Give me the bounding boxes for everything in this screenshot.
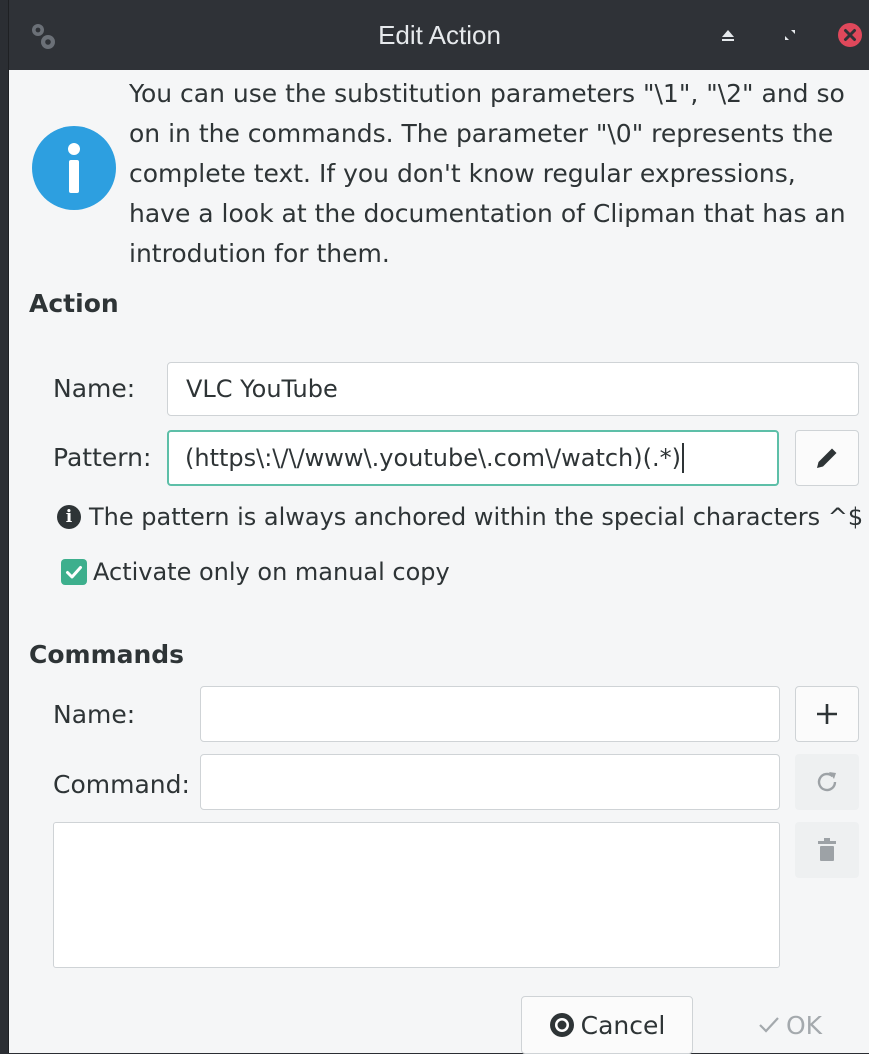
action-name-input[interactable]: VLC YouTube — [167, 362, 859, 416]
ok-button[interactable]: OK — [719, 996, 859, 1054]
pattern-input[interactable]: (https\:\/\/www\.youtube\.com\/watch)(.*… — [167, 430, 779, 486]
edit-pattern-button[interactable] — [795, 430, 859, 486]
command-name-label: Name: — [53, 700, 136, 729]
action-name-label: Name: — [53, 374, 136, 403]
manual-copy-checkbox[interactable] — [61, 559, 87, 585]
pattern-label: Pattern: — [53, 443, 152, 472]
pattern-hint: i The pattern is always anchored within … — [57, 503, 863, 531]
refresh-icon — [817, 772, 837, 792]
shade-icon[interactable] — [715, 22, 741, 48]
cancel-button[interactable]: Cancel — [521, 996, 693, 1054]
edit-action-dialog: Edit Action You can use the substitution… — [8, 0, 869, 1054]
close-icon[interactable] — [837, 22, 863, 48]
maximize-icon[interactable] — [777, 22, 803, 48]
commands-section-title: Commands — [29, 640, 185, 669]
add-command-button[interactable] — [795, 686, 859, 742]
command-label: Command: — [53, 770, 190, 799]
pencil-icon — [817, 448, 837, 468]
plus-icon — [817, 704, 837, 724]
command-name-input[interactable] — [200, 686, 780, 742]
checkmark-icon — [66, 566, 82, 579]
ok-label: OK — [785, 1010, 823, 1040]
delete-command-button[interactable] — [795, 822, 859, 878]
command-input[interactable] — [200, 754, 780, 810]
cancel-label: Cancel — [580, 1010, 666, 1040]
manual-copy-option[interactable]: Activate only on manual copy — [61, 558, 450, 586]
pattern-hint-text: The pattern is always anchored within th… — [89, 503, 864, 531]
info-small-icon: i — [57, 505, 81, 529]
check-icon — [759, 1017, 779, 1033]
titlebar[interactable]: Edit Action — [9, 0, 869, 70]
cancel-icon — [549, 1013, 574, 1037]
manual-copy-label: Activate only on manual copy — [93, 558, 450, 586]
commands-list[interactable] — [53, 822, 780, 968]
action-section-title: Action — [29, 289, 119, 318]
pattern-value: (https\:\/\/www\.youtube\.com\/watch)(.*… — [185, 444, 681, 472]
info-message: You can use the substitution parameters … — [129, 79, 846, 268]
refresh-command-button[interactable] — [795, 754, 859, 810]
action-name-value: VLC YouTube — [186, 375, 338, 403]
trash-icon — [818, 838, 836, 861]
text-caret — [681, 443, 684, 473]
info-icon — [32, 126, 116, 210]
